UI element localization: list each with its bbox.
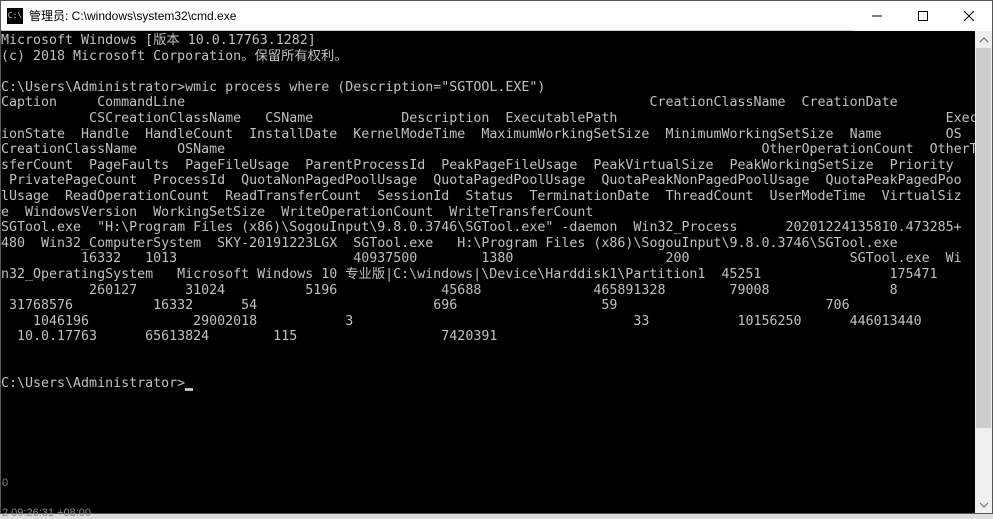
out-line: 1046196 29002018 3 33 10156250 446013440: [1, 314, 922, 329]
out-line: PrivatePageCount ProcessId QuotaNonPaged…: [1, 173, 962, 188]
out-line: 480 Win32_ComputerSystem SKY-20191223LGX…: [1, 236, 898, 251]
out-line: SGTool.exe "H:\Program Files (x86)\Sogou…: [1, 220, 962, 235]
cmd-icon: C:\: [7, 8, 23, 24]
titlebar[interactable]: C:\ 管理员: C:\windows\system32\cmd.exe: [1, 1, 992, 31]
out-line: CreationClassName OSName OtherOperationC…: [1, 142, 975, 157]
bg-status-2: 2 09:26:31 +08:00: [2, 507, 91, 519]
maximize-button[interactable]: [900, 1, 946, 31]
scrollbar-thumb[interactable]: [976, 48, 991, 428]
maximize-icon: [918, 11, 928, 21]
out-line: Caption CommandLine CreationClassName Cr…: [1, 95, 898, 110]
bg-status-1: 0: [2, 477, 8, 489]
out-line: 260127 31024 5196 45688 465891328 79008 …: [1, 283, 898, 298]
chevron-up-icon: [979, 37, 989, 43]
chevron-down-icon: [979, 502, 989, 508]
titlebar-buttons: [854, 1, 992, 30]
cmd-window: C:\ 管理员: C:\windows\system32\cmd.exe Mic…: [0, 0, 993, 514]
out-line: n32_OperatingSystem Microsoft Windows 10…: [1, 267, 938, 282]
close-icon: [964, 11, 974, 21]
out-line: 10.0.17763 65613824 115 7420391: [1, 329, 497, 344]
out-line: ionState Handle HandleCount InstallDate …: [1, 127, 962, 142]
out-line: sferCount PageFaults PageFileUsage Paren…: [1, 158, 962, 173]
out-line: Microsoft Windows [版本 10.0.17763.1282]: [1, 33, 316, 48]
scrollbar-down-button[interactable]: [975, 496, 992, 513]
out-line: 31768576 16332 54 696 59 706: [1, 298, 850, 313]
out-line: C:\Users\Administrator>wmic process wher…: [1, 80, 545, 95]
out-line: CSCreationClassName CSName Description E…: [1, 111, 975, 126]
prompt: C:\Users\Administrator>: [1, 376, 185, 391]
terminal-output[interactable]: Microsoft Windows [版本 10.0.17763.1282] (…: [1, 31, 975, 513]
close-button[interactable]: [946, 1, 992, 31]
minimize-icon: [872, 11, 882, 21]
out-line: 16332 1013 40937500 1380 200 SGTool.exe …: [1, 251, 962, 266]
out-line: (c) 2018 Microsoft Corporation。保留所有权利。: [1, 49, 348, 64]
out-line: e WindowsVersion WorkingSetSize WriteOpe…: [1, 205, 593, 220]
scrollbar-up-button[interactable]: [975, 31, 992, 48]
minimize-button[interactable]: [854, 1, 900, 31]
scrollbar[interactable]: [975, 31, 992, 513]
cursor: [185, 388, 193, 391]
out-line: lUsage ReadOperationCount ReadTransferCo…: [1, 189, 962, 204]
window-title: 管理员: C:\windows\system32\cmd.exe: [29, 7, 854, 24]
